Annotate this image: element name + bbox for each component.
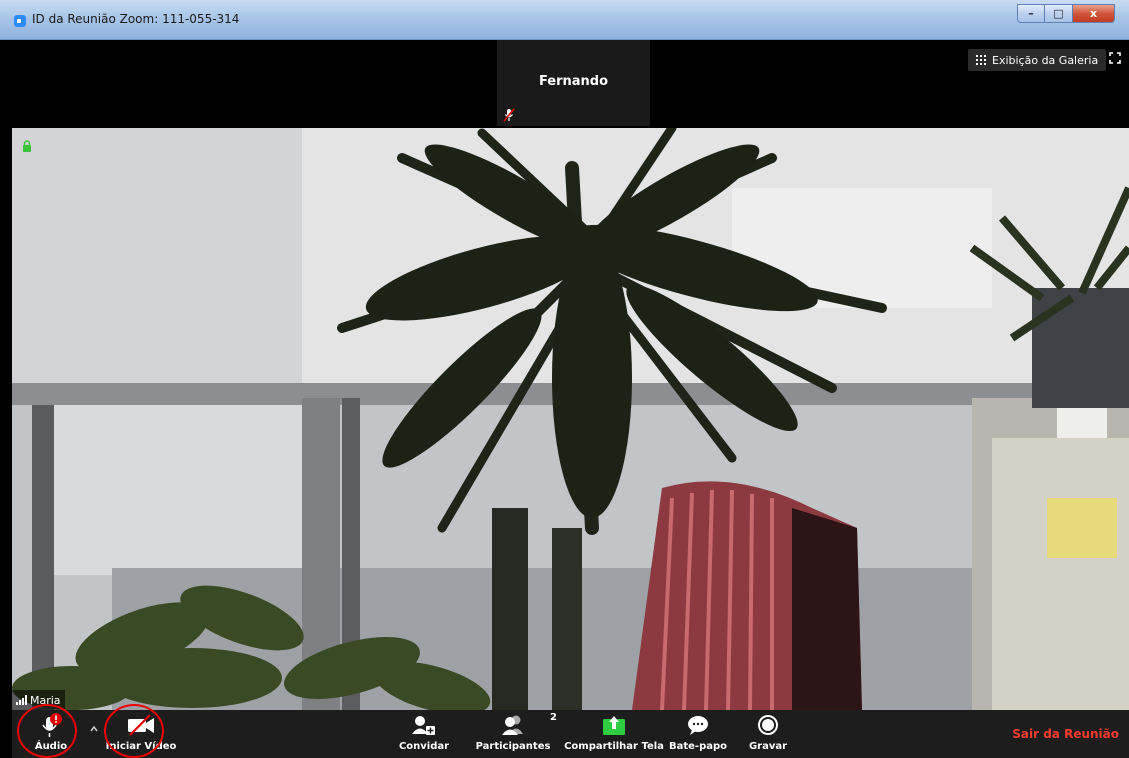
participant-thumbnail[interactable]: Fernando bbox=[497, 40, 650, 126]
speaker-name: Maria bbox=[30, 693, 61, 707]
webcam-scene bbox=[12, 128, 1129, 710]
chat-bubble-icon bbox=[688, 716, 708, 735]
participants-count-badge: 2 bbox=[550, 712, 557, 723]
audio-options-chevron-icon[interactable] bbox=[89, 724, 99, 734]
audio-button[interactable]: Áudio bbox=[26, 710, 76, 758]
record-label: Gravar bbox=[748, 741, 788, 752]
share-screen-icon bbox=[603, 716, 625, 735]
window-title: ID da Reunião Zoom: 111-055-314 bbox=[32, 12, 240, 26]
lock-icon bbox=[23, 140, 31, 152]
meeting-stage: Fernando Exibição da Galeria Maria bbox=[12, 40, 1129, 710]
gallery-view-button[interactable]: Exibição da Galeria bbox=[968, 49, 1107, 71]
grid-icon bbox=[976, 55, 986, 65]
microphone-alert-icon bbox=[42, 713, 62, 737]
record-button[interactable]: Gravar bbox=[744, 710, 792, 758]
zoom-app-icon bbox=[14, 15, 26, 27]
leave-meeting-button[interactable]: Sair da Reunião bbox=[1012, 727, 1119, 741]
chat-button[interactable]: Bate-papo bbox=[668, 710, 728, 758]
share-screen-label: Compartilhar Tela bbox=[564, 741, 664, 752]
meeting-toolbar: Áudio Iniciar Vídeo Convidar 2 Participa… bbox=[12, 710, 1129, 758]
minimize-button[interactable]: – bbox=[1017, 4, 1045, 23]
maximize-button[interactable]: □ bbox=[1045, 4, 1073, 23]
start-video-label: Iniciar Vídeo bbox=[105, 741, 177, 752]
participants-button[interactable]: 2 Participantes bbox=[475, 710, 557, 758]
signal-strength-icon bbox=[16, 695, 27, 705]
participants-icon bbox=[502, 715, 523, 735]
speaker-name-tag: Maria bbox=[12, 690, 65, 710]
thumbnail-name: Fernando bbox=[538, 73, 609, 89]
gallery-view-label: Exibição da Galeria bbox=[992, 53, 1099, 67]
active-speaker-video: Maria bbox=[12, 128, 1129, 710]
add-user-icon bbox=[412, 716, 435, 735]
record-icon bbox=[758, 715, 778, 735]
invite-button[interactable]: Convidar bbox=[396, 710, 452, 758]
close-button[interactable]: x bbox=[1073, 4, 1115, 23]
audio-label: Áudio bbox=[34, 741, 68, 752]
window-controls: – □ x bbox=[1017, 4, 1115, 23]
share-screen-button[interactable]: Compartilhar Tela bbox=[564, 710, 664, 758]
chat-label: Bate-papo bbox=[668, 741, 728, 752]
window-titlebar: ID da Reunião Zoom: 111-055-314 – □ x bbox=[0, 0, 1129, 40]
invite-label: Convidar bbox=[398, 741, 450, 752]
fullscreen-icon[interactable] bbox=[1109, 52, 1121, 64]
muted-mic-icon bbox=[503, 108, 515, 122]
thumbnail-strip: Fernando Exibição da Galeria bbox=[12, 40, 1129, 128]
start-video-button[interactable]: Iniciar Vídeo bbox=[106, 710, 176, 758]
participants-label: Participantes bbox=[475, 741, 551, 752]
video-camera-off-icon bbox=[128, 714, 154, 736]
